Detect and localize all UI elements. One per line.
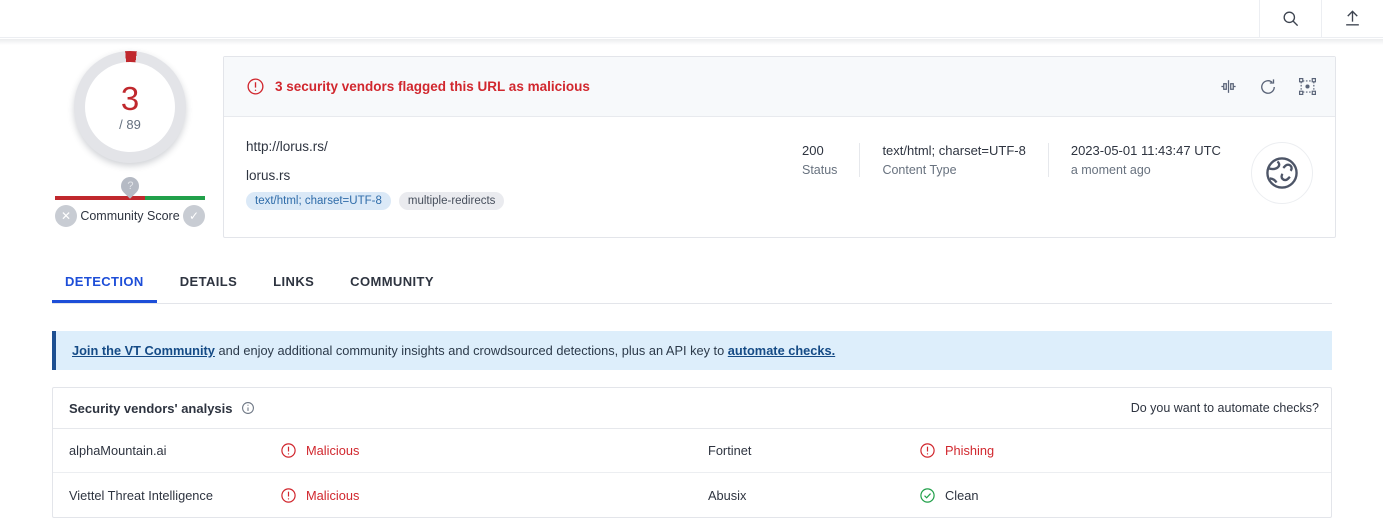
meta-content-type: text/html; charset=UTF-8 Content Type bbox=[859, 143, 1047, 177]
tag-multiple-redirects[interactable]: multiple-redirects bbox=[398, 192, 505, 210]
community-score-positive bbox=[145, 196, 205, 200]
scanned-url: http://lorus.rs/ bbox=[246, 139, 328, 154]
alert-message: 3 security vendors flagged this URL as m… bbox=[275, 79, 590, 94]
community-score-marker: ? bbox=[117, 173, 143, 199]
upload-icon bbox=[1346, 10, 1359, 26]
scan-date-relative: a moment ago bbox=[1070, 163, 1151, 177]
reanalyze-icon bbox=[1261, 78, 1275, 94]
table-row: alphaMountain.ai Malicious Fortinet Phis… bbox=[53, 429, 1331, 473]
join-vt-community-link[interactable]: Join the VT Community bbox=[72, 343, 215, 358]
detection-count: 3 bbox=[120, 80, 140, 117]
url-details: http://lorus.rs/ lorus.rs text/html; cha… bbox=[224, 117, 1335, 238]
url-metadata: 200 Status text/html; charset=UTF-8 Cont… bbox=[780, 117, 1243, 177]
tab-detection[interactable]: DETECTION bbox=[52, 268, 157, 303]
check-circle-icon bbox=[920, 487, 935, 503]
vendor-verdict-label: Clean bbox=[945, 487, 979, 503]
marker-question-label: ? bbox=[126, 179, 134, 192]
tag-content-type[interactable]: text/html; charset=UTF-8 bbox=[246, 192, 391, 210]
vendor-name: alphaMountain.ai bbox=[69, 443, 167, 458]
automate-checks-prompt[interactable]: Do you want to automate checks? bbox=[1131, 401, 1319, 415]
vt-community-banner: Join the VT Community and enjoy addition… bbox=[52, 331, 1332, 370]
community-score-row: ✕ Community Score ✓ bbox=[55, 205, 205, 227]
security-vendors-panel: Security vendors' analysis Do you want t… bbox=[52, 387, 1332, 518]
compare-icon bbox=[1221, 80, 1236, 93]
vendor-cell-left: alphaMountain.ai Malicious bbox=[53, 429, 692, 472]
detection-total: / 89 bbox=[119, 117, 141, 132]
vendor-verdict: Clean bbox=[919, 487, 978, 504]
upload-button[interactable] bbox=[1321, 0, 1383, 37]
meta-status: 200 Status bbox=[780, 143, 859, 177]
detection-score-panel: 3 / 89 ? ✕ Community Score ✓ bbox=[40, 48, 220, 238]
search-button[interactable] bbox=[1259, 0, 1321, 37]
url-summary-card: 3 security vendors flagged this URL as m… bbox=[223, 56, 1336, 238]
vendor-verdict: Phishing bbox=[919, 442, 994, 459]
vendor-cell-left: Viettel Threat Intelligence Malicious bbox=[53, 473, 692, 517]
table-row: Viettel Threat Intelligence Malicious Ab… bbox=[53, 473, 1331, 517]
vendor-cell-right: Abusix Clean bbox=[692, 473, 1331, 517]
gauge-inner: 3 / 89 bbox=[85, 62, 175, 152]
banner-middle-text: and enjoy additional community insights … bbox=[214, 343, 728, 358]
url-tags: text/html; charset=UTF-8 multiple-redire… bbox=[246, 192, 780, 210]
meta-scan-date: 2023-05-01 11:43:47 UTC a moment ago bbox=[1047, 143, 1243, 177]
compare-button[interactable] bbox=[1219, 77, 1238, 96]
graph-button[interactable] bbox=[1298, 77, 1317, 96]
reanalyze-button[interactable] bbox=[1258, 77, 1278, 97]
vendor-name: Abusix bbox=[708, 487, 747, 503]
tab-community[interactable]: COMMUNITY bbox=[337, 268, 447, 303]
globe-link-icon bbox=[1266, 157, 1298, 189]
search-icon bbox=[1283, 11, 1299, 27]
content-type-key: Content Type bbox=[882, 163, 957, 177]
upvote-icon[interactable]: ✓ bbox=[183, 205, 205, 227]
vendors-header: Security vendors' analysis Do you want t… bbox=[53, 388, 1331, 429]
vendor-name: Fortinet bbox=[708, 443, 752, 458]
exclamation-circle-icon bbox=[920, 443, 935, 458]
tab-links[interactable]: LINKS bbox=[260, 268, 327, 303]
vendor-verdict: Malicious bbox=[280, 442, 359, 459]
scanned-host: lorus.rs bbox=[246, 168, 291, 183]
automate-checks-link[interactable]: automate checks. bbox=[728, 343, 835, 358]
url-thumbnail bbox=[1251, 142, 1313, 204]
marker-pin-icon: ? bbox=[117, 173, 143, 199]
vendors-title: Security vendors' analysis bbox=[69, 400, 233, 416]
vendor-verdict: Malicious bbox=[280, 487, 359, 504]
top-header-bar bbox=[0, 0, 1383, 38]
info-icon[interactable] bbox=[241, 401, 255, 415]
vendors-title-group: Security vendors' analysis bbox=[69, 401, 255, 416]
status-value: 200 bbox=[802, 143, 824, 158]
graph-icon bbox=[1298, 77, 1317, 96]
tab-bar: DETECTION DETAILS LINKS COMMUNITY bbox=[52, 268, 1332, 304]
header-shadow bbox=[0, 39, 1383, 45]
url-block: http://lorus.rs/ lorus.rs text/html; cha… bbox=[224, 117, 780, 210]
community-score-label: Community Score bbox=[80, 209, 180, 223]
exclamation-circle-icon bbox=[281, 443, 296, 458]
exclamation-circle-icon bbox=[247, 78, 264, 95]
content-type-value: text/html; charset=UTF-8 bbox=[882, 143, 1026, 158]
vendor-name: Viettel Threat Intelligence bbox=[69, 487, 213, 503]
vendor-verdict-label: Malicious bbox=[306, 487, 360, 503]
scan-date-value: 2023-05-01 11:43:47 UTC bbox=[1070, 143, 1221, 158]
status-key: Status bbox=[802, 163, 838, 177]
card-action-icons bbox=[1219, 77, 1317, 97]
downvote-icon[interactable]: ✕ bbox=[55, 205, 77, 227]
vendor-verdict-label: Malicious bbox=[306, 443, 360, 458]
detection-gauge: 3 / 89 bbox=[74, 51, 186, 163]
vendor-verdict-label: Phishing bbox=[945, 443, 995, 458]
tab-details[interactable]: DETAILS bbox=[167, 268, 250, 303]
exclamation-circle-icon bbox=[281, 487, 296, 503]
vendor-cell-right: Fortinet Phishing bbox=[692, 429, 1331, 472]
malicious-alert-banner: 3 security vendors flagged this URL as m… bbox=[224, 57, 1335, 117]
